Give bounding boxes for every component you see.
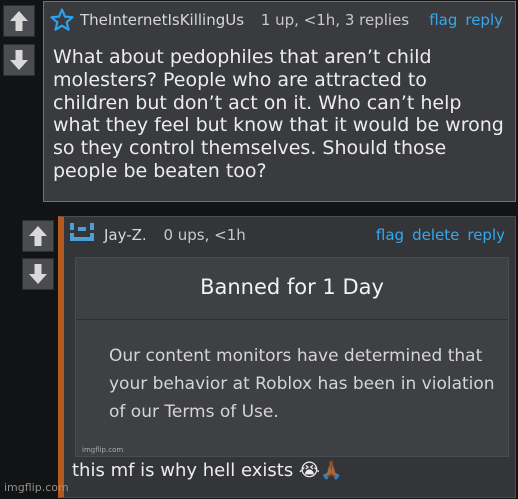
avatar[interactable] [69, 221, 95, 247]
username-link[interactable]: TheInternetIsKillingUs [80, 11, 244, 29]
downvote-button[interactable] [3, 44, 35, 76]
flag-link[interactable]: flag [376, 226, 404, 244]
reply-link[interactable]: reply [465, 11, 503, 29]
embedded-image[interactable]: Banned for 1 Day Our content monitors ha… [75, 257, 509, 457]
upvote-button[interactable] [3, 5, 35, 37]
comment-actions: flag reply [421, 11, 503, 29]
comment-actions: flag delete reply [368, 226, 505, 244]
username-link[interactable]: Jay-Z. [104, 226, 147, 244]
downvote-button[interactable] [22, 258, 54, 290]
comment-highlighted: TheInternetIsKillingUs 1 up, <1h, 3 repl… [43, 1, 516, 202]
embed-divider [76, 319, 508, 320]
comment-meta: Jay-Z. 0 ups, <1h [104, 226, 246, 244]
arrow-up-icon [29, 226, 47, 246]
star-icon [50, 8, 74, 31]
arrow-up-icon [10, 11, 28, 31]
reply-link[interactable]: reply [467, 226, 505, 244]
upvote-button[interactable] [22, 220, 54, 252]
comment-meta: TheInternetIsKillingUs 1 up, <1h, 3 repl… [80, 11, 409, 29]
embed-title: Banned for 1 Day [200, 275, 384, 299]
comment-body: What about pedophiles that aren’t child … [53, 46, 504, 182]
site-watermark: imgflip.com [4, 481, 69, 494]
arrow-down-icon [29, 264, 47, 284]
comment-stats: 0 ups, <1h [163, 226, 246, 244]
arrow-down-icon [10, 50, 28, 70]
reply-comment: Jay-Z. 0 ups, <1h flag delete reply Banned… [58, 216, 516, 498]
comment-stats: 1 up, <1h, 3 replies [260, 11, 410, 29]
embed-message: Our content monitors have determined tha… [109, 346, 495, 422]
delete-link[interactable]: delete [412, 226, 459, 244]
flag-link[interactable]: flag [429, 11, 457, 29]
comment-body: this mf is why hell exists 😭🙏🏾 [72, 460, 343, 481]
embed-watermark: imgflip.com [82, 446, 124, 454]
